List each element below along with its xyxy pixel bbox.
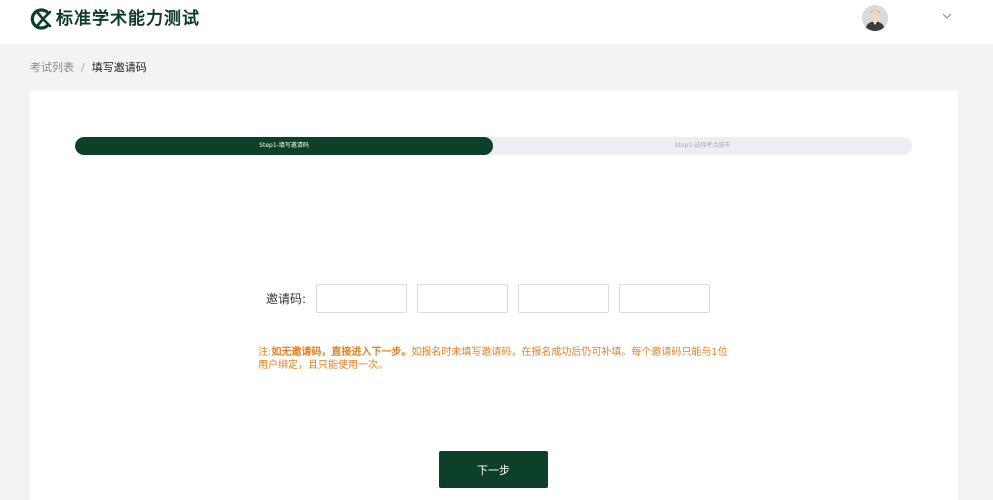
step-1-active: Step1-填写邀请码 bbox=[75, 137, 493, 155]
step-progress: Step1-填写邀请码 Step2-选择考点城市 bbox=[75, 137, 912, 155]
invite-code-note: 注:如无邀请码，直接进入下一步。如报名时未填写邀请码，在报名成功后仍可补填。每个… bbox=[258, 346, 733, 372]
breadcrumb-exam-list-link[interactable]: 考试列表 bbox=[30, 60, 74, 76]
note-emphasis: 如无邀请码，直接进入下一步。 bbox=[271, 347, 412, 358]
breadcrumb-current: 填写邀请码 bbox=[91, 61, 147, 74]
invite-code-field-1[interactable] bbox=[316, 283, 407, 313]
brand-logo-icon bbox=[30, 8, 52, 30]
invite-code-field-2[interactable] bbox=[417, 283, 508, 313]
note-prefix: 注: bbox=[258, 347, 272, 358]
breadcrumb-separator: / bbox=[81, 61, 85, 74]
invite-code-field-4[interactable] bbox=[619, 283, 710, 313]
chevron-down-icon[interactable] bbox=[941, 10, 953, 22]
user-avatar-icon[interactable] bbox=[862, 5, 888, 31]
invite-code-label: 邀请码: bbox=[266, 291, 307, 306]
invite-code-field-3[interactable] bbox=[518, 283, 609, 313]
invite-code-row: 邀请码: bbox=[266, 282, 710, 314]
main-card: Step1-填写邀请码 Step2-选择考点城市 邀请码: 注:如无邀请码，直接… bbox=[30, 91, 958, 500]
brand-logo[interactable]: 标准学术能力测试 bbox=[30, 8, 200, 30]
top-header: 标准学术能力测试 bbox=[0, 0, 993, 44]
next-step-button[interactable]: 下一步 bbox=[439, 451, 548, 488]
breadcrumb: 考试列表 / 填写邀请码 bbox=[30, 60, 147, 76]
brand-name: 标准学术能力测试 bbox=[56, 9, 200, 29]
step-2-inactive: Step2-选择考点城市 bbox=[674, 142, 731, 149]
